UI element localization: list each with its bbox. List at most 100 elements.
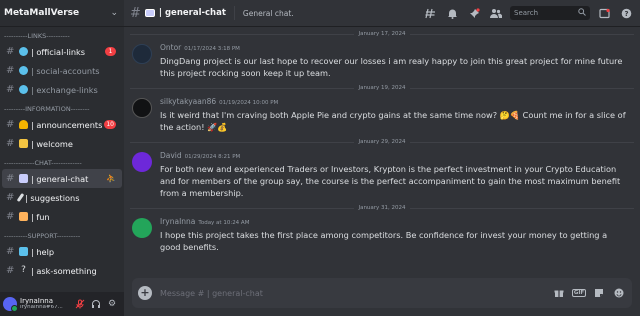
add-member-icon[interactable]: ⛹ [106, 174, 116, 183]
channel-announcements[interactable]: # | announcements 10 [2, 115, 122, 134]
date-divider: January 17, 2024 [124, 28, 640, 40]
add-attachment-button[interactable]: + [138, 286, 152, 300]
server-name: MetaMallVerse [4, 8, 80, 18]
speech-bubble-icon [144, 9, 155, 17]
threads-icon[interactable] [422, 4, 438, 22]
message[interactable]: IrynaInna Today at 10:24 AM I hope this p… [124, 214, 640, 256]
header-toolbar: Search ? [422, 4, 634, 22]
unread-badge: 10 [104, 120, 116, 129]
pencil-icon [16, 192, 25, 203]
hash-icon: # [6, 192, 15, 203]
channel-ask-something[interactable]: # ? | ask-something [2, 261, 122, 280]
svg-text:?: ? [624, 10, 628, 18]
message-author[interactable]: Ontor [160, 43, 181, 52]
member-list-icon[interactable] [488, 4, 504, 22]
message-text: DingDang project is our last hope to rec… [160, 56, 623, 78]
headphones-icon[interactable] [88, 296, 104, 312]
avatar[interactable] [132, 44, 152, 64]
speech-bubble-icon [19, 174, 28, 183]
message-input[interactable]: Message # | general-chat [160, 289, 552, 298]
category-information[interactable]: ---------INFORMATION-------- [0, 103, 124, 115]
hash-icon: # [130, 5, 141, 21]
question-mark-icon: ? [21, 265, 26, 275]
avatar[interactable] [3, 297, 18, 312]
channel-label: | announcements [31, 119, 103, 130]
channel-label: | ask-something [31, 265, 97, 276]
channel-list: ----------LINKS---------- # | official-l… [0, 30, 124, 292]
hash-icon: # [6, 138, 15, 149]
avatar[interactable] [132, 152, 152, 172]
avatar[interactable] [132, 218, 152, 238]
message[interactable]: David 01/29/2024 8:21 PM For both new and… [124, 148, 640, 202]
message[interactable]: Ontor 01/17/2024 3:18 PM DingDang project… [124, 40, 640, 82]
user-panel: IrynaInna IrynaInna#67... ⚙ [0, 292, 124, 316]
gift-icon[interactable] [552, 286, 566, 300]
channel-label: | official-links [31, 46, 86, 57]
channel-header: # | general-chat General chat. Search ? [124, 0, 640, 27]
message-timestamp: 01/19/2024 10:00 PM [219, 100, 279, 106]
hash-icon: # [6, 265, 15, 276]
divider [233, 6, 235, 20]
category-support[interactable]: ----------SUPPORT---------- [0, 230, 124, 242]
pin-icon[interactable] [466, 4, 482, 22]
message-author[interactable]: silkytakyaan86 [160, 97, 216, 106]
waving-hand-icon [19, 139, 28, 148]
gear-icon[interactable]: ⚙ [104, 296, 120, 312]
channel-title: | general-chat [158, 8, 226, 18]
bell-icon[interactable] [444, 4, 460, 22]
channel-fun[interactable]: # | fun [2, 207, 122, 226]
date-divider: January 29, 2024 [124, 136, 640, 148]
dice-icon [19, 212, 28, 221]
channel-help[interactable]: # | help [2, 242, 122, 261]
message-text: For both new and experienced Traders or … [160, 164, 621, 198]
chat-area: # | general-chat General chat. Search ? … [124, 0, 640, 316]
channel-social-accounts[interactable]: # | social-accounts [2, 61, 122, 80]
user-info[interactable]: IrynaInna IrynaInna#67... [20, 298, 72, 311]
category-chat[interactable]: -------------CHAT------------- [0, 157, 124, 169]
channel-topic[interactable]: General chat. [243, 9, 294, 18]
message-timestamp: 01/29/2024 8:21 PM [184, 154, 241, 160]
bell-icon [19, 120, 28, 129]
chevron-down-icon[interactable]: ⌄ [110, 8, 118, 18]
avatar[interactable] [132, 98, 152, 118]
message-text: I hope this project takes the first plac… [160, 230, 608, 252]
inbox-icon[interactable] [596, 4, 612, 22]
message-author[interactable]: IrynaInna [160, 217, 195, 226]
hash-icon: # [6, 65, 15, 76]
category-links[interactable]: ----------LINKS---------- [0, 30, 124, 42]
message-author[interactable]: David [160, 151, 182, 160]
composer-toolbar: GIF [552, 286, 626, 300]
date-divider-label: January 17, 2024 [354, 31, 410, 37]
username: IrynaInna [20, 297, 54, 305]
search-input[interactable]: Search [510, 6, 590, 20]
hash-icon: # [6, 119, 15, 130]
help-icon[interactable]: ? [618, 4, 634, 22]
message-text: Is it weird that I'm craving both Apple … [160, 110, 626, 132]
sticker-icon[interactable] [592, 286, 606, 300]
search-icon [578, 8, 586, 18]
message-list: January 17, 2024 Ontor 01/17/2024 3:18 PM… [124, 28, 640, 274]
gif-icon[interactable]: GIF [571, 286, 587, 300]
message[interactable]: silkytakyaan86 01/19/2024 10:00 PM Is it … [124, 94, 640, 136]
channel-label: | fun [31, 211, 50, 222]
emoji-icon[interactable] [612, 286, 626, 300]
message-timestamp: 01/17/2024 3:18 PM [184, 46, 240, 52]
channel-emoji-icon [19, 66, 28, 75]
message-composer[interactable]: + Message # | general-chat GIF [132, 278, 632, 308]
channel-label: | exchange-links [31, 84, 98, 95]
channel-general-chat[interactable]: # | general-chat ⛹ [2, 169, 122, 188]
date-divider: January 19, 2024 [124, 82, 640, 94]
channel-label: | general-chat [31, 173, 89, 184]
hash-icon: # [6, 246, 15, 257]
date-divider-label: January 31, 2024 [354, 205, 410, 211]
search-placeholder: Search [514, 9, 539, 17]
channel-exchange-links[interactable]: # | exchange-links [2, 80, 122, 99]
channel-welcome[interactable]: # | welcome [2, 134, 122, 153]
user-tag: IrynaInna#67... [20, 304, 63, 310]
channel-suggestions[interactable]: # | suggestions [2, 188, 122, 207]
channel-label: | welcome [31, 138, 73, 149]
unread-badge: 1 [105, 47, 116, 56]
mute-microphone-icon[interactable] [72, 296, 88, 312]
channel-official-links[interactable]: # | official-links 1 [2, 42, 122, 61]
server-header[interactable]: MetaMallVerse ⌄ [0, 0, 124, 27]
